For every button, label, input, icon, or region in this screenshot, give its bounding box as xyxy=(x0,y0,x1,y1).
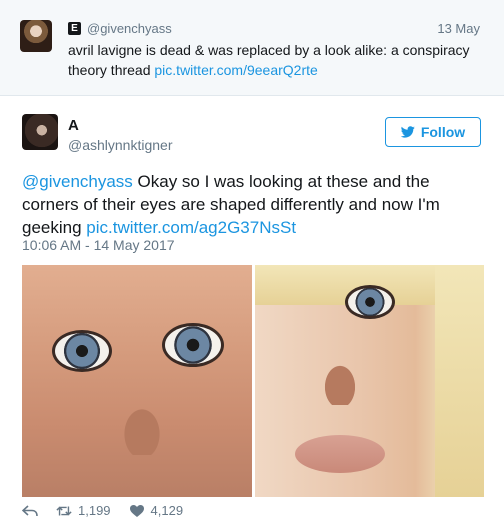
like-action[interactable]: 4,129 xyxy=(129,503,184,518)
pic-link[interactable]: pic.twitter.com/ag2G37NsSt xyxy=(86,218,296,237)
parent-pic-link[interactable]: pic.twitter.com/9eearQ2rte xyxy=(154,62,317,78)
follow-button[interactable]: Follow xyxy=(385,117,481,147)
parent-header: E @givenchyass xyxy=(68,21,172,36)
e-badge-icon: E xyxy=(68,22,81,35)
reply-action[interactable] xyxy=(22,504,38,518)
lips-right xyxy=(294,435,385,473)
twitter-bird-icon xyxy=(400,126,415,138)
hair-right-side xyxy=(434,265,484,497)
action-bar: 1,199 4,129 xyxy=(22,503,183,518)
tweet-text: @givenchyass Okay so I was looking at th… xyxy=(22,170,484,239)
display-name[interactable]: A xyxy=(68,117,79,134)
eye-left-1 xyxy=(52,330,112,372)
parent-text: avril lavigne is dead & was replaced by … xyxy=(68,40,488,80)
heart-icon xyxy=(129,504,144,517)
eye-right-1 xyxy=(344,285,395,319)
reply-icon xyxy=(22,504,38,516)
nose-right xyxy=(309,345,370,405)
parent-date[interactable]: 13 May xyxy=(437,21,480,36)
user-handle[interactable]: @ashlynnktigner xyxy=(68,137,173,153)
follow-label: Follow xyxy=(420,124,466,140)
parent-tweet[interactable]: E @givenchyass 13 May avril lavigne is d… xyxy=(0,0,504,96)
parent-handle[interactable]: @givenchyass xyxy=(87,21,172,36)
photo-grid xyxy=(22,265,484,497)
eye-left-2 xyxy=(162,323,224,367)
timestamp[interactable]: 10:06 AM - 14 May 2017 xyxy=(22,237,175,253)
retweet-icon xyxy=(56,505,72,516)
mention-link[interactable]: @givenchyass xyxy=(22,172,133,191)
retweet-count: 1,199 xyxy=(78,503,111,518)
avatar[interactable] xyxy=(22,114,58,150)
photo-right[interactable] xyxy=(254,265,484,497)
nose-left xyxy=(107,385,177,455)
like-count: 4,129 xyxy=(150,503,184,518)
photo-left[interactable] xyxy=(22,265,252,497)
parent-avatar[interactable] xyxy=(20,20,52,52)
retweet-action[interactable]: 1,199 xyxy=(56,503,111,518)
